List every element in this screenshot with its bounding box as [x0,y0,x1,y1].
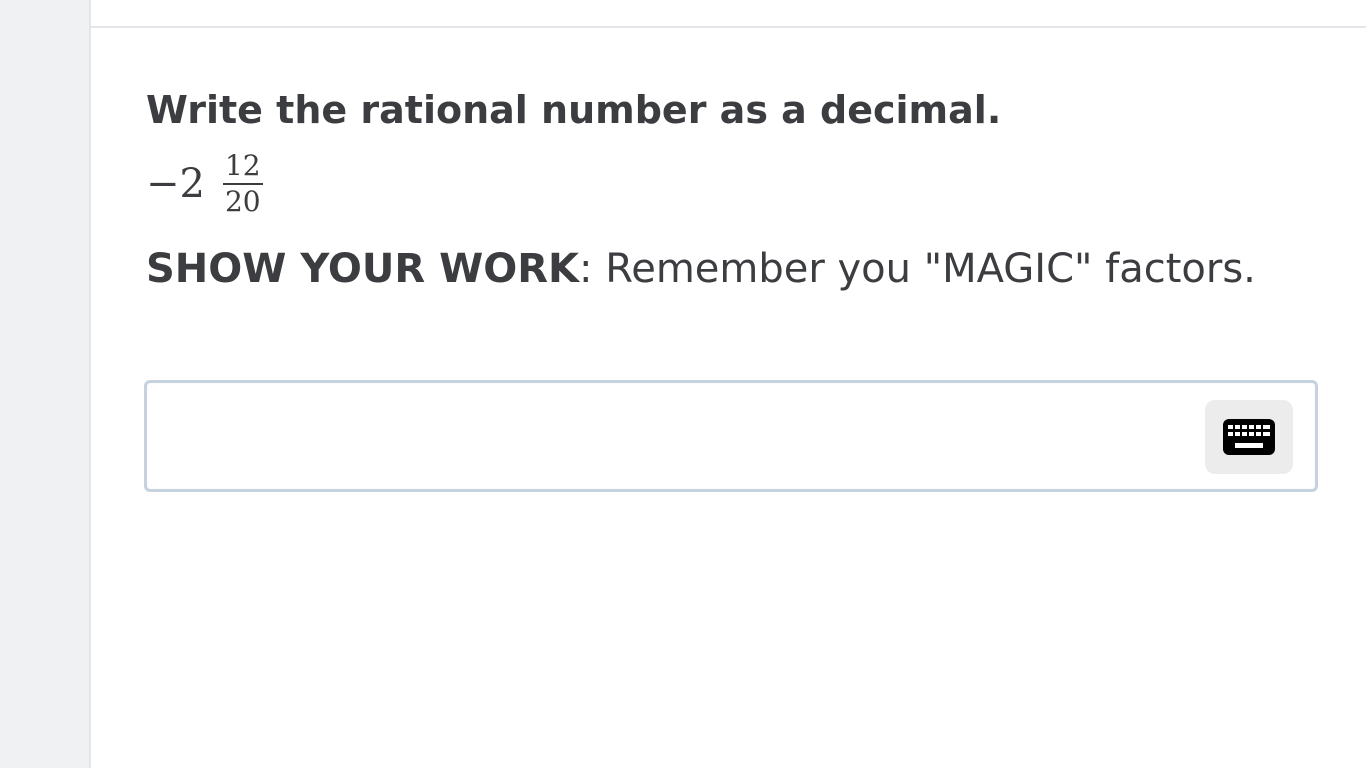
instruction-rest: : Remember you "MAGIC" factors. [579,246,1256,292]
top-bar [91,0,1366,28]
keyboard-icon [1223,419,1275,455]
keyboard-toggle-button[interactable] [1205,400,1293,474]
instruction-strong: SHOW YOUR WORK [146,246,580,292]
question-panel: Write the rational number as a decimal. … [89,0,1366,768]
instruction-text: SHOW YOUR WORK: Remember you "MAGIC" fac… [146,244,1256,294]
fraction: 12 20 [222,152,263,218]
fraction-numerator: 12 [222,152,263,185]
left-rail [0,0,89,768]
question-body: Write the rational number as a decimal. … [146,84,1256,294]
question-prompt: Write the rational number as a decimal. [146,88,1002,132]
fraction-denominator: 20 [224,185,261,218]
answer-input[interactable] [144,380,1318,492]
math-expression: −2 12 20 [146,144,1256,224]
mixed-number-whole: −2 [146,161,205,207]
